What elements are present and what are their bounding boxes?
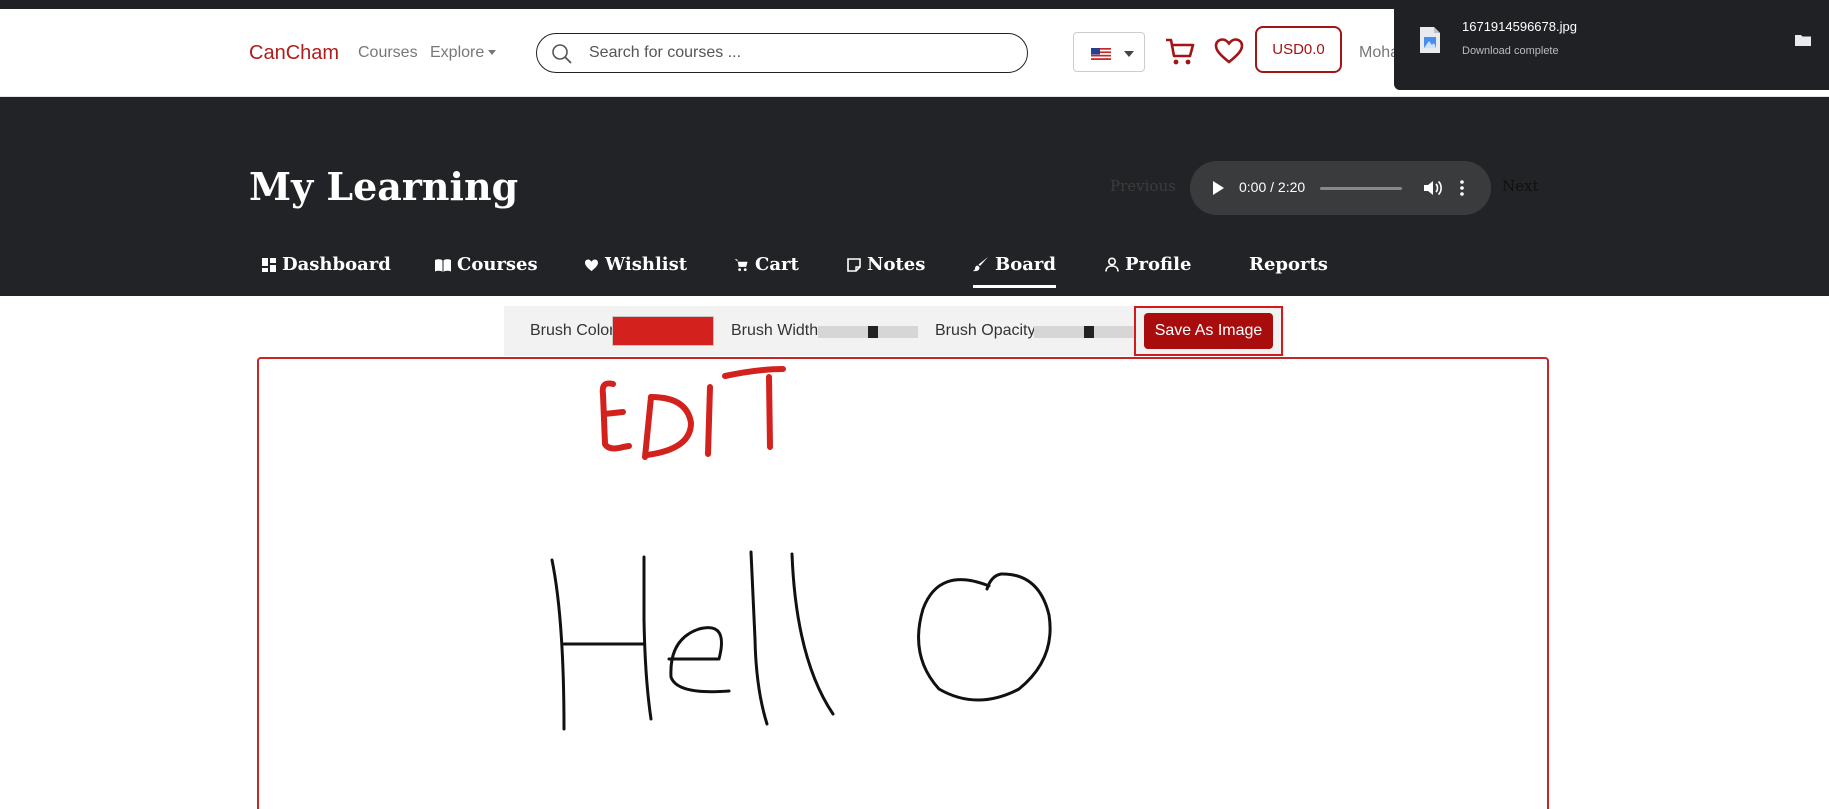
nav-explore-label: Explore [430, 44, 485, 61]
board-drawing [550, 366, 1052, 731]
tab-cart[interactable]: Cart [734, 254, 799, 288]
drawing-board-canvas[interactable] [257, 357, 1549, 809]
note-icon [847, 258, 861, 272]
tab-notes[interactable]: Notes [847, 254, 925, 288]
play-icon[interactable] [1213, 181, 1224, 195]
search-icon [552, 44, 572, 64]
tab-profile[interactable]: Profile [1105, 254, 1191, 288]
audio-progress-slider[interactable] [1320, 187, 1402, 190]
wishlist-heart-icon[interactable] [1214, 37, 1244, 65]
brush-icon [973, 257, 988, 272]
more-options-icon[interactable] [1460, 178, 1464, 198]
cart-icon[interactable] [1164, 37, 1196, 67]
page-title: My Learning [249, 164, 519, 209]
tab-label: Notes [867, 254, 926, 275]
hero-banner: My Learning Previous 0:00 / 2:20 Next Da… [0, 97, 1829, 296]
download-status: Download complete [1462, 45, 1559, 57]
tab-label: Profile [1125, 254, 1192, 275]
chevron-down-icon [1124, 51, 1134, 57]
tab-label: Dashboard [282, 254, 391, 275]
slider-thumb[interactable] [868, 326, 878, 338]
search-box [536, 33, 1028, 73]
tab-reports[interactable]: Reports [1249, 254, 1328, 288]
folder-icon[interactable] [1795, 34, 1811, 46]
search-input[interactable] [589, 41, 1009, 65]
us-flag-icon [1091, 48, 1111, 60]
save-as-image-button[interactable]: Save As Image [1144, 313, 1273, 349]
tab-board[interactable]: Board [973, 254, 1056, 288]
save-button-highlight: Save As Image [1134, 306, 1283, 356]
tab-courses[interactable]: Courses [435, 254, 538, 288]
tab-label: Courses [457, 254, 538, 275]
wallet-balance-button[interactable]: USD0.0 [1255, 26, 1342, 73]
brush-width-slider[interactable] [818, 326, 918, 338]
brush-width-label: Brush Width [731, 322, 819, 339]
brush-opacity-slider[interactable] [1034, 326, 1134, 338]
book-icon [435, 259, 451, 272]
download-toast: 1671914596678.jpg Download complete [1394, 0, 1829, 90]
brush-color-picker[interactable] [612, 316, 714, 346]
brand-logo[interactable]: CanCham [249, 42, 339, 65]
heart-icon [585, 259, 598, 272]
next-track-button[interactable]: Next [1502, 177, 1539, 195]
volume-icon[interactable] [1422, 178, 1444, 198]
dashboard-icon [262, 258, 276, 272]
cart-icon [734, 259, 748, 272]
brush-opacity-label: Brush Opacity [935, 322, 1036, 339]
tab-label: Wishlist [605, 254, 688, 275]
user-icon [1105, 257, 1119, 272]
drawing-edit [599, 366, 786, 460]
download-file-name[interactable]: 1671914596678.jpg [1462, 19, 1577, 34]
tab-label: Reports [1249, 254, 1328, 275]
nav-explore-dropdown[interactable]: Explore [430, 44, 497, 62]
image-file-icon[interactable] [1418, 26, 1442, 54]
chevron-down-icon [488, 50, 497, 56]
drawing-hello [550, 550, 1052, 731]
tab-label: Board [995, 254, 1056, 275]
slider-thumb[interactable] [1084, 326, 1094, 338]
tab-label: Cart [755, 254, 799, 275]
audio-time: 0:00 / 2:20 [1239, 179, 1306, 195]
brush-color-label: Brush Color [530, 322, 615, 339]
previous-track-button[interactable]: Previous [1110, 177, 1176, 195]
nav-courses-link[interactable]: Courses [358, 44, 418, 62]
tab-dashboard[interactable]: Dashboard [262, 254, 391, 288]
language-selector[interactable] [1073, 32, 1145, 72]
audio-player: 0:00 / 2:20 [1190, 161, 1491, 215]
tab-wishlist[interactable]: Wishlist [584, 254, 687, 288]
